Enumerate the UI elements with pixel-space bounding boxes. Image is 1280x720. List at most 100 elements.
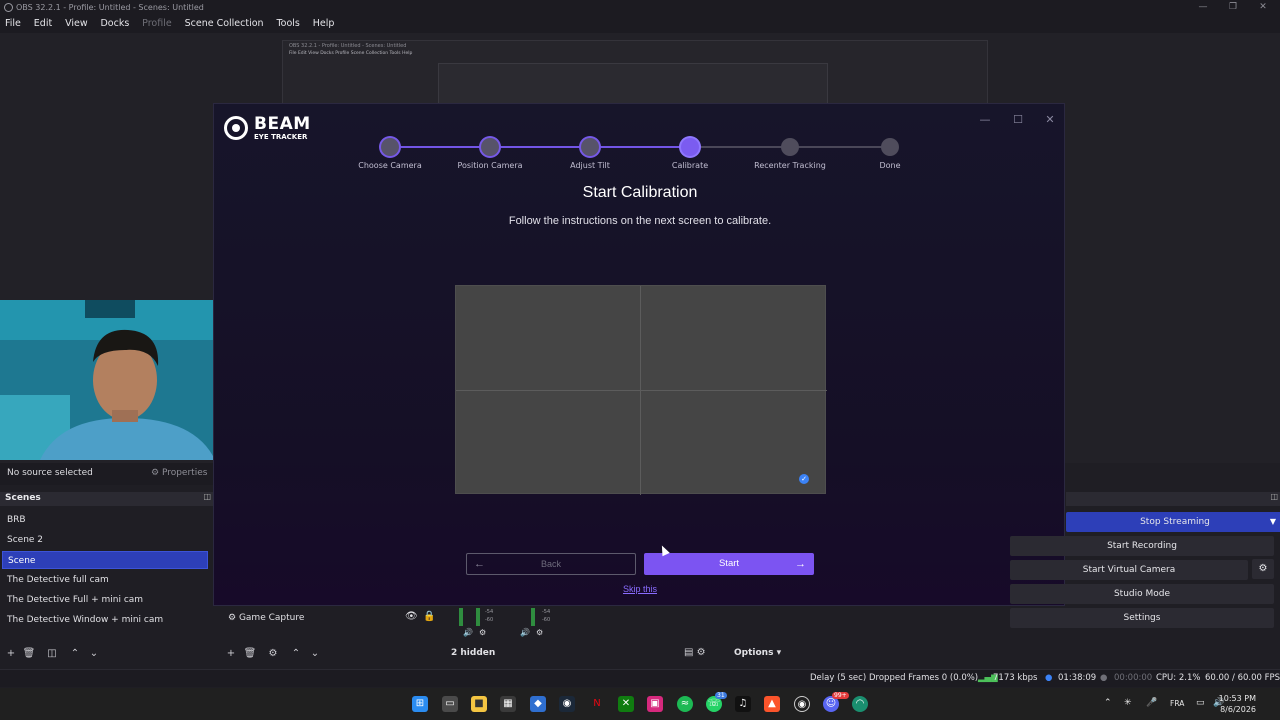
beam-minimize-icon[interactable]: — xyxy=(974,112,996,128)
start-button[interactable]: Start → xyxy=(644,553,814,575)
mute-speaker-icon[interactable]: 🔊 xyxy=(463,628,473,637)
add-scene-icon[interactable]: + xyxy=(4,648,18,660)
clock[interactable]: 10:53 PM 8/6/2026 xyxy=(1219,693,1256,715)
meter-db-label: -60 xyxy=(485,617,494,623)
calibration-preview: ✓ xyxy=(455,285,827,495)
fps-readout: 60.00 / 60.00 FPS xyxy=(1205,673,1280,683)
scenes-title: Scenes xyxy=(5,493,41,503)
calibration-stepper: Choose Camera Position Camera Adjust Til… xyxy=(358,136,922,176)
chevron-down-icon[interactable]: ▼ xyxy=(1270,512,1276,532)
start-recording-button[interactable]: Start Recording xyxy=(1010,536,1274,556)
steam-icon[interactable]: ◉ xyxy=(559,696,575,712)
visibility-eye-icon[interactable]: 👁 xyxy=(405,611,418,622)
obs-titlebar: OBS 32.2.1 - Profile: Untitled - Scenes:… xyxy=(0,0,1280,15)
step-done: Done xyxy=(840,136,940,170)
stop-streaming-label: Stop Streaming xyxy=(1140,517,1210,527)
task-view-icon[interactable]: ▭ xyxy=(442,696,458,712)
close-icon[interactable]: ✕ xyxy=(1248,0,1278,15)
back-label: Back xyxy=(540,559,561,569)
source-toolbar: No source selected ⚙ Properties xyxy=(0,463,213,485)
menu-tools[interactable]: Tools xyxy=(271,15,304,33)
meter-db-label: -54 xyxy=(485,609,494,615)
start-label: Start xyxy=(718,558,740,569)
scene-item[interactable]: The Detective Full + mini cam xyxy=(2,591,208,609)
microphone-icon[interactable]: 🎤 xyxy=(1146,698,1157,708)
source-properties-icon[interactable]: ⚙ xyxy=(266,648,280,660)
tray-chevron-up-icon[interactable]: ⌃ xyxy=(1104,698,1112,708)
properties-button[interactable]: ⚙ Properties xyxy=(151,468,207,478)
dock-undock-icon[interactable]: ◫ xyxy=(1270,492,1278,501)
edge-icon[interactable]: ◠ xyxy=(852,696,868,712)
mixer-layout-icon[interactable]: ▤ ⚙ xyxy=(684,647,706,658)
remove-scene-icon[interactable]: 🗑 xyxy=(22,648,36,660)
windows-start-icon[interactable]: ⊞ xyxy=(412,696,428,712)
check-icon: ✓ xyxy=(799,474,809,484)
move-down-icon[interactable]: ⌄ xyxy=(308,648,322,660)
lock-icon[interactable]: 🔒 xyxy=(423,611,435,622)
dock-undock-icon[interactable]: ◫ xyxy=(203,492,211,501)
beam-maximize-icon[interactable]: ☐ xyxy=(1007,112,1029,128)
gear-icon[interactable]: ⚙ xyxy=(1252,559,1274,579)
tray-settings-icon[interactable]: ✳ xyxy=(1124,698,1132,708)
studio-mode-button[interactable]: Studio Mode xyxy=(1010,584,1274,604)
instagram-icon[interactable]: ▣ xyxy=(647,696,663,712)
beam-close-icon[interactable]: ✕ xyxy=(1039,112,1061,128)
netflix-icon[interactable]: N xyxy=(589,696,605,712)
minimize-icon[interactable]: — xyxy=(1188,0,1218,15)
store-icon[interactable]: ▦ xyxy=(500,696,516,712)
source-item-game-capture[interactable]: ⚙ Game Capture xyxy=(228,613,304,623)
menu-profile[interactable]: Profile xyxy=(137,15,177,33)
scene-filter-icon[interactable]: ◫ xyxy=(45,648,59,660)
skip-link[interactable]: Skip this xyxy=(214,584,1066,594)
record-time: 00:00:00 xyxy=(1114,673,1153,683)
start-virtual-camera-button[interactable]: Start Virtual Camera xyxy=(1010,560,1248,580)
back-button[interactable]: ← Back xyxy=(466,553,636,575)
step-label: Done xyxy=(879,161,901,170)
menu-edit[interactable]: Edit xyxy=(29,15,57,33)
stop-streaming-button[interactable]: Stop Streaming ▼ xyxy=(1066,512,1280,532)
menu-scene-collection[interactable]: Scene Collection xyxy=(180,15,269,33)
cpu-usage: CPU: 2.1% xyxy=(1156,673,1201,683)
xbox-icon[interactable]: ✕ xyxy=(618,696,634,712)
scene-item[interactable]: BRB xyxy=(2,511,208,529)
menu-view[interactable]: View xyxy=(60,15,93,33)
hidden-count[interactable]: 2 hidden xyxy=(451,648,495,658)
step-dot xyxy=(781,138,799,156)
clock-time: 10:53 PM xyxy=(1218,694,1256,703)
scene-item[interactable]: The Detective Window + mini cam xyxy=(2,611,208,629)
brave-icon[interactable]: ▲ xyxy=(764,696,780,712)
move-up-icon[interactable]: ⌃ xyxy=(289,648,303,660)
arrow-left-icon: ← xyxy=(474,558,485,570)
app-icon[interactable]: ◆ xyxy=(530,696,546,712)
audio-settings-icon[interactable]: ⚙ xyxy=(536,628,543,637)
tiktok-icon[interactable]: ♫ xyxy=(735,696,751,712)
move-down-icon[interactable]: ⌄ xyxy=(87,648,101,660)
scene-item-selected[interactable]: Scene xyxy=(2,551,208,569)
obs-taskbar-icon[interactable]: ◉ xyxy=(794,696,810,712)
restore-icon[interactable]: ❐ xyxy=(1218,0,1248,15)
menu-docks[interactable]: Docks xyxy=(95,15,134,33)
step-label: Adjust Tilt xyxy=(570,161,610,170)
menu-help[interactable]: Help xyxy=(308,15,340,33)
language-indicator[interactable]: FRA xyxy=(1170,699,1184,708)
move-up-icon[interactable]: ⌃ xyxy=(68,648,82,660)
menu-file[interactable]: File xyxy=(0,15,26,33)
beam-logo: BEAM EYE TRACKER xyxy=(224,114,324,144)
step-dot xyxy=(381,138,399,156)
network-icon[interactable]: ▭ xyxy=(1196,698,1205,708)
settings-button[interactable]: Settings xyxy=(1010,608,1274,628)
audio-meter xyxy=(476,608,480,626)
scene-item[interactable]: The Detective full cam xyxy=(2,571,208,589)
scene-toolbar: + 🗑 ◫ ⌃ ⌄ xyxy=(0,645,213,663)
step-dot xyxy=(681,138,699,156)
remove-source-icon[interactable]: 🗑 xyxy=(243,648,257,660)
mute-speaker-icon[interactable]: 🔊 xyxy=(520,628,530,637)
scene-item[interactable]: Scene 2 xyxy=(2,531,208,549)
source-name: Game Capture xyxy=(238,613,305,623)
spotify-icon[interactable]: ≈ xyxy=(677,696,693,712)
audio-settings-icon[interactable]: ⚙ xyxy=(479,628,486,637)
add-source-icon[interactable]: + xyxy=(224,648,238,660)
file-explorer-icon[interactable]: ■ xyxy=(471,696,487,712)
no-source-label: No source selected xyxy=(7,468,93,478)
options-dropdown[interactable]: Options ▾ xyxy=(734,648,781,658)
